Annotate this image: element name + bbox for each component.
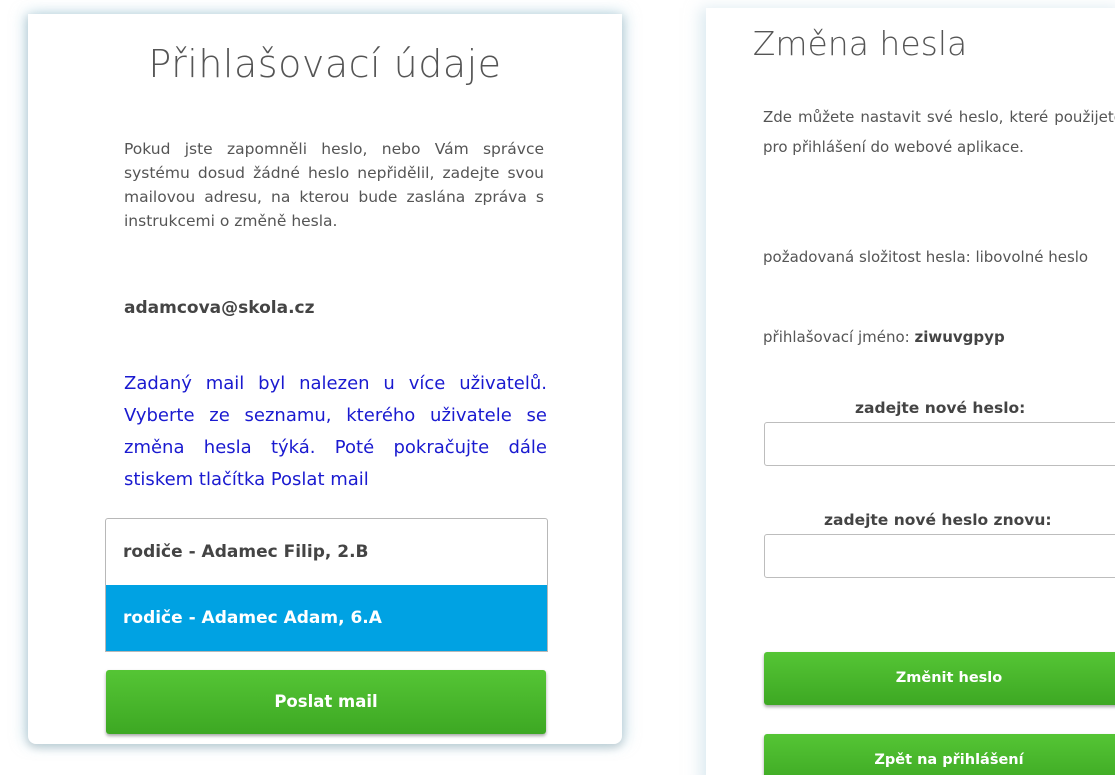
intro-text: Pokud jste zapomněli heslo, nebo Vám spr… <box>124 140 544 230</box>
panel-title: Přihlašovací údaje <box>148 42 502 86</box>
login-recovery-panel: Přihlašovací údaje Pokud jste zapomněli … <box>28 14 622 744</box>
user-option-selected[interactable]: rodiče - Adamec Adam, 6.A <box>106 585 547 651</box>
page: Přihlašovací údaje Pokud jste zapomněli … <box>0 0 1115 775</box>
panel-title: Změna hesla <box>752 24 968 63</box>
login-name-value: ziwuvgpyp <box>914 328 1005 346</box>
new-password-label: zadejte nové heslo: <box>855 399 1026 417</box>
multiple-users-notice: Zadaný mail byl nalezen u více uživatelů… <box>124 373 547 490</box>
info-text: Zde můžete nastavit své heslo, které pou… <box>763 108 1115 156</box>
complexity-text: požadovaná složitost hesla: libovolné he… <box>763 248 1089 266</box>
new-password-input[interactable] <box>764 422 1115 466</box>
user-select-list[interactable]: rodiče - Adamec Filip, 2.B rodiče - Adam… <box>105 518 548 652</box>
user-option[interactable]: rodiče - Adamec Filip, 2.B <box>106 519 547 585</box>
login-name-label: přihlašovací jméno: <box>763 328 910 346</box>
repeat-password-input[interactable] <box>764 534 1115 578</box>
entered-email: adamcova@skola.cz <box>124 298 315 318</box>
send-mail-button[interactable]: Poslat mail <box>106 670 546 734</box>
change-password-button[interactable]: Změnit heslo <box>764 652 1115 705</box>
login-name-row: přihlašovací jméno: ziwuvgpyp <box>763 328 1005 346</box>
repeat-password-label: zadejte nové heslo znovu: <box>824 511 1052 529</box>
back-to-login-button[interactable]: Zpět na přihlášení <box>764 734 1115 775</box>
change-password-panel: Změna hesla Zde můžete nastavit své hesl… <box>706 8 1115 775</box>
